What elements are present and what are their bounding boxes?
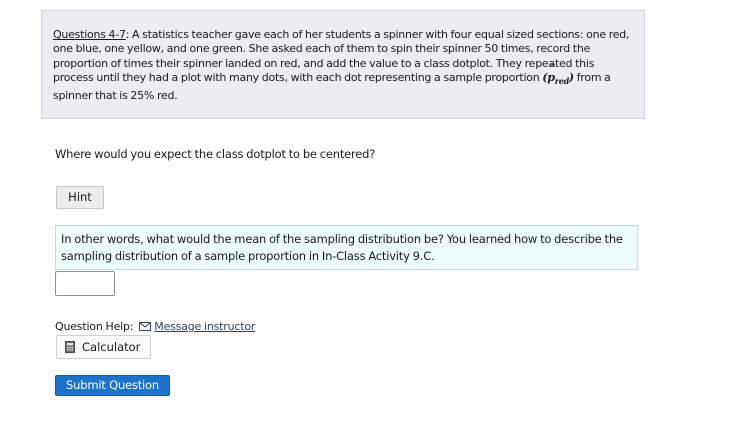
hint-button[interactable]: Hint (56, 186, 104, 209)
question-help-label: Question Help: (55, 320, 134, 333)
envelope-icon[interactable] (139, 322, 152, 331)
question-context-box: Questions 4-7: A statistics teacher gave… (41, 10, 645, 119)
questions-range-label: Questions 4-7 (53, 28, 126, 41)
calculator-label: Calculator (82, 340, 141, 354)
hint-text-box: In other words, what would the mean of t… (55, 225, 638, 270)
message-instructor-link[interactable]: Message instructor (154, 320, 255, 333)
question-help-row: Question Help: Message instructor (55, 320, 255, 333)
answer-input[interactable] (55, 271, 115, 296)
calculator-icon (65, 341, 75, 353)
submit-question-button[interactable]: Submit Question (55, 375, 170, 396)
calculator-button[interactable]: Calculator (56, 335, 151, 359)
p-hat-red-symbol: (pred) (542, 62, 574, 86)
question-prompt: Where would you expect the class dotplot… (55, 147, 376, 161)
